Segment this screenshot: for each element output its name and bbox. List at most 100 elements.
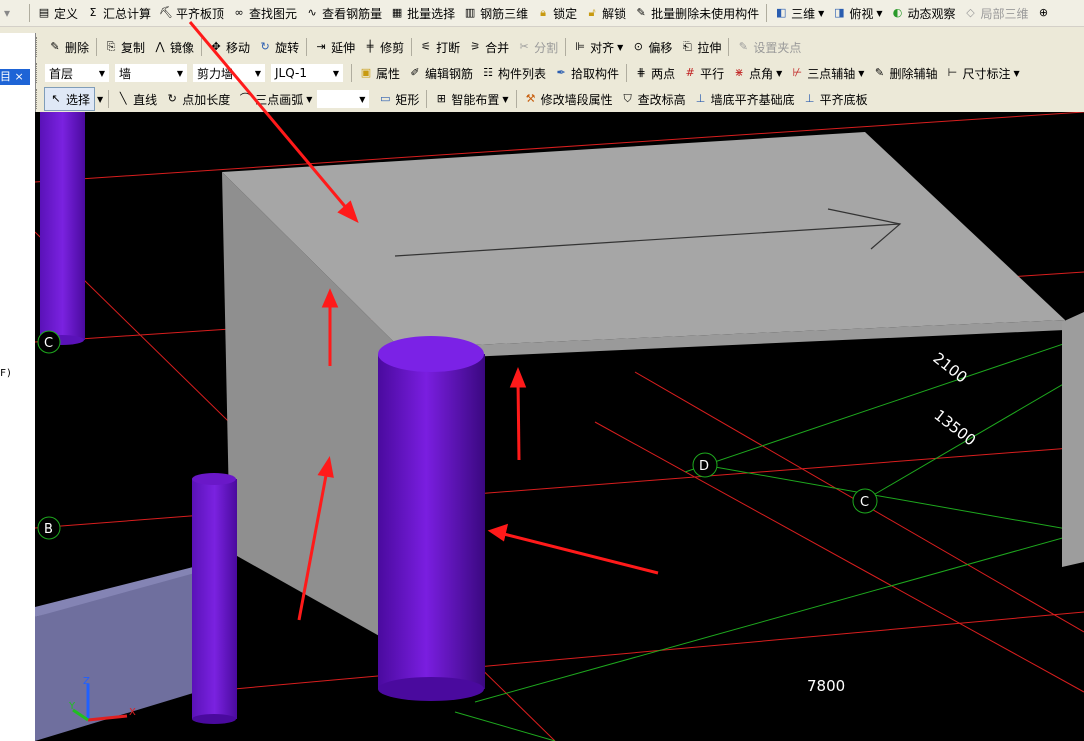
extend-icon: ⇥: [316, 40, 326, 53]
component-list-button[interactable]: ☷ 构件列表: [477, 62, 550, 84]
break-button[interactable]: ⚟ 打断: [415, 36, 464, 58]
offset-icon: ⊙: [633, 40, 643, 53]
batch-select-icon: ▦: [391, 6, 403, 19]
y-axis-label: Y: [68, 701, 76, 712]
point-length-button[interactable]: ↻ 点加长度: [161, 88, 234, 110]
batch-delete-unused-button[interactable]: ✎ 批量删除未使用构件: [630, 2, 763, 24]
type-select[interactable]: 墙 ▼: [114, 63, 188, 83]
move-button[interactable]: ✥ 移动: [205, 36, 254, 58]
rebar-3d-button[interactable]: ▥ 钢筋三维: [459, 2, 532, 24]
column-top-left[interactable]: [40, 112, 85, 345]
draw-toolbar: ↖ 选择 ▼ ╲ 直线 ↻ 点加长度 ⌒ 三点画弧 ▼ ▼ ▭ 矩形 ⊞ 智能布置 ▼ ⚒ 修改墙…: [0, 86, 1084, 112]
copy-icon: ⎘: [106, 40, 116, 53]
align-dropdown[interactable]: ⊫ 对齐 ▼: [569, 36, 627, 58]
wall-right-face: [1062, 312, 1084, 567]
3d-view-dropdown[interactable]: ◧ 三维 ▼: [770, 2, 828, 24]
rotate-button[interactable]: ↻ 旋转: [254, 36, 303, 58]
toolbar-grip[interactable]: [36, 63, 40, 83]
modify-wall-segment-button[interactable]: ⚒ 修改墙段属性: [520, 88, 617, 110]
merge-icon: ⚞: [470, 40, 481, 53]
copy-button[interactable]: ⎘ 复制: [100, 36, 149, 58]
point-angle-dropdown[interactable]: ⋇ 点角 ▼: [728, 62, 786, 84]
subtype-select[interactable]: 剪力墙 ▼: [192, 63, 266, 83]
select-dropdown-arrow[interactable]: ▼: [95, 89, 105, 109]
column-round-main[interactable]: [378, 336, 485, 701]
binoculars-icon: ∞: [234, 6, 244, 19]
two-point-axis-button[interactable]: ⋕ 两点: [630, 62, 679, 84]
batch-select-button[interactable]: ▦ 批量选择: [386, 2, 459, 24]
stretch-button[interactable]: ⎗ 拉伸: [676, 36, 725, 58]
toolbar-grip[interactable]: [36, 89, 40, 109]
arc-param-select[interactable]: ▼: [316, 89, 371, 109]
left-panel-partial-text: F): [0, 368, 13, 379]
separator: [766, 4, 768, 22]
x-axis-label: X: [129, 707, 136, 718]
rebar-3d-icon: ▥: [464, 6, 476, 19]
local-3d-button[interactable]: ◇ 局部三维: [960, 2, 1033, 24]
floor-select[interactable]: 首层 ▼: [44, 63, 110, 83]
view-rebar-button[interactable]: ∿ 查看钢筋量: [301, 2, 386, 24]
check-elevation-button[interactable]: ⛉ 查改标高: [617, 88, 690, 110]
delete-button[interactable]: ✎ 删除: [44, 36, 93, 58]
toolbar-grip[interactable]: [36, 37, 40, 57]
grid-line: [594, 421, 1084, 693]
dimension-dropdown[interactable]: ⊢ 尺寸标注 ▼: [941, 62, 1023, 84]
define-button[interactable]: ▤ 定义: [33, 2, 82, 24]
main-toolbar: ▾ ▤ 定义 Σ 汇总计算 ⛏ 平齐板顶 ∞ 查找图元 ∿ 查看钢筋量 ▦ 批量选择 ▥ 钢筋…: [0, 0, 1084, 27]
separator: [29, 4, 30, 22]
align-icon: ⊫: [575, 40, 585, 53]
left-combo-stub[interactable]: ▾: [0, 2, 26, 24]
split-button[interactable]: ✂ 分割: [513, 36, 562, 58]
line-button[interactable]: ╲ 直线: [112, 88, 161, 110]
zoom-button[interactable]: ⊕: [1033, 2, 1055, 24]
extend-button[interactable]: ⇥ 延伸: [310, 36, 359, 58]
three-point-icon: ⊬: [792, 66, 803, 79]
column-body: [40, 112, 85, 340]
trim-button[interactable]: ╪ 修剪: [359, 36, 408, 58]
local-3d-icon: ◇: [966, 6, 975, 19]
rectangle-button[interactable]: ▭ 矩形: [374, 88, 423, 110]
summary-calc-button[interactable]: Σ 汇总计算: [82, 2, 155, 24]
top-view-dropdown[interactable]: ◨ 俯视 ▼: [828, 2, 886, 24]
orbit-button[interactable]: ◐ 动态观察: [887, 2, 960, 24]
parallel-axis-button[interactable]: # 平行: [679, 62, 728, 84]
smart-layout-dropdown[interactable]: ⊞ 智能布置 ▼: [430, 88, 512, 110]
rectangle-icon: ▭: [380, 92, 391, 105]
offset-button[interactable]: ⊙ 偏移: [627, 36, 676, 58]
select-button[interactable]: ↖ 选择: [44, 87, 96, 111]
properties-button[interactable]: ▣ 属性: [355, 62, 404, 84]
edit-rebar-button[interactable]: ✐ 编辑钢筋: [404, 62, 477, 84]
left-panel: 目 × F): [0, 33, 36, 741]
three-point-axis-dropdown[interactable]: ⊬ 三点辅轴 ▼: [786, 62, 868, 84]
align-slab-top-button[interactable]: ⛏ 平齐板顶: [155, 2, 228, 24]
beam-lower-left[interactable]: [35, 562, 213, 741]
left-panel-tab[interactable]: 目 ×: [0, 69, 30, 85]
grid-line: [474, 531, 1084, 703]
component-select[interactable]: JLQ-1 ▼: [270, 63, 344, 83]
set-grip-point-button[interactable]: ✎ 设置夹点: [732, 36, 805, 58]
delete-axis-button[interactable]: ✎ 删除辅轴: [868, 62, 941, 84]
pick-component-button[interactable]: ✒ 拾取构件: [550, 62, 623, 84]
cube-icon: ◧: [775, 6, 787, 19]
edit-toolbar: ✎ 删除 ⎘ 复制 ⋀ 镜像 ✥ 移动 ↻ 旋转 ⇥ 延伸 ╪ 修剪 ⚟ 打断 ⚞ 合并 ✂ 分割 …: [0, 33, 1084, 61]
column-lower-left[interactable]: [192, 473, 237, 724]
wall-bottom-align-foundation-button[interactable]: ⊥ 墙底平齐基础底: [690, 88, 799, 110]
axis-label: C: [44, 336, 53, 351]
unlock-button[interactable]: 🔓︎ 解锁: [581, 2, 630, 24]
lock-button[interactable]: 🔒︎ 锁定: [532, 2, 581, 24]
chevron-down-icon: ▼: [176, 68, 183, 78]
shear-wall[interactable]: [222, 132, 1084, 642]
stretch-icon: ⎗: [682, 40, 692, 53]
three-point-arc-dropdown[interactable]: ⌒ 三点画弧 ▼: [234, 88, 316, 110]
dimension-icon: ⊢: [947, 66, 958, 79]
viewport-canvas[interactable]: C B D C 2100 13500 7800 Z X Y: [35, 112, 1084, 741]
find-element-button[interactable]: ∞ 查找图元: [228, 2, 301, 24]
grid-line: [714, 466, 1084, 533]
3d-viewport[interactable]: C B D C 2100 13500 7800 Z X Y: [35, 112, 1084, 741]
align-bottom-slab-button[interactable]: ⊥ 平齐底板: [799, 88, 872, 110]
mirror-button[interactable]: ⋀ 镜像: [149, 36, 198, 58]
merge-button[interactable]: ⚞ 合并: [464, 36, 513, 58]
axis-marker-c: C: [852, 488, 878, 514]
column-base: [192, 714, 236, 724]
batch-delete-icon: ✎: [636, 6, 646, 19]
